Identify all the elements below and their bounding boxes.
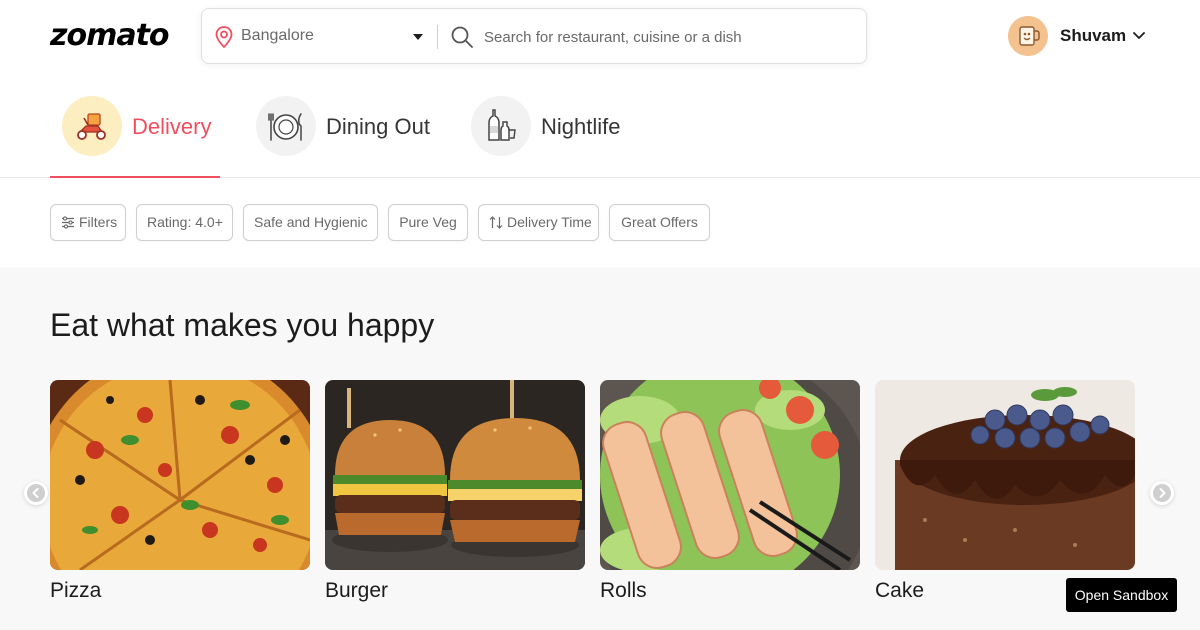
search-divider <box>437 25 438 49</box>
food-collection-section: Eat what makes you happy Pizza Burger Ro… <box>0 267 1200 630</box>
tab-icon-circle <box>256 96 316 156</box>
carousel-next-button[interactable] <box>1150 481 1174 505</box>
avatar-icon <box>1008 16 1048 56</box>
food-image[interactable] <box>600 380 860 570</box>
filter-chip-label: Delivery Time <box>507 214 592 230</box>
food-card-label: Rolls <box>600 579 647 602</box>
carousel-prev-button[interactable] <box>24 481 48 505</box>
filter-delivery-time[interactable]: Delivery Time <box>478 204 599 241</box>
filter-bar: Filters Rating: 4.0+ Safe and Hygienic P… <box>0 178 1200 267</box>
cake-image <box>875 380 1135 570</box>
tab-icon-circle <box>471 96 531 156</box>
user-menu[interactable]: Shuvam <box>1008 16 1158 56</box>
tab-delivery[interactable]: Delivery <box>62 96 222 156</box>
scooter-icon <box>77 113 106 140</box>
tab-nightlife[interactable]: Nightlife <box>471 96 631 156</box>
filter-pure-veg[interactable]: Pure Veg <box>388 204 468 241</box>
food-card-label: Burger <box>325 579 389 602</box>
filter-chip-label: Safe and Hygienic <box>254 214 368 230</box>
bottles-icon <box>488 109 516 141</box>
food-card-cake[interactable]: Cake <box>875 380 1135 603</box>
sliders-icon <box>62 216 74 229</box>
avatar[interactable] <box>1008 16 1048 56</box>
section-title: Eat what makes you happy <box>50 307 435 343</box>
tab-label: Dining Out <box>326 114 430 139</box>
tab-label: Delivery <box>132 114 212 139</box>
food-card-rolls[interactable]: Rolls <box>600 380 860 603</box>
category-tabs: Delivery Dining Out Nightlife <box>0 72 1200 178</box>
food-card-burger[interactable]: Burger <box>325 380 585 603</box>
search-bar: Bangalore <box>201 8 867 64</box>
search-input[interactable] <box>484 23 844 51</box>
search-icon <box>451 26 473 48</box>
filter-great-offers[interactable]: Great Offers <box>609 204 710 241</box>
tab-dining-out[interactable]: Dining Out <box>256 96 436 156</box>
tab-label: Nightlife <box>541 114 621 139</box>
location-pin-icon <box>215 26 233 49</box>
food-image[interactable] <box>50 380 310 570</box>
filter-chip-label: Pure Veg <box>399 214 457 230</box>
filter-chip-label: Great Offers <box>621 214 698 230</box>
filter-chip-label: Filters <box>79 214 118 230</box>
food-image[interactable] <box>325 380 585 570</box>
pizza-image <box>50 380 310 570</box>
tab-icon-circle <box>62 96 122 156</box>
food-card-label: Pizza <box>50 579 102 602</box>
filter-chip-label: Rating: 4.0+ <box>147 214 223 230</box>
chevron-down-icon[interactable] <box>1132 30 1146 42</box>
location-value[interactable]: Bangalore <box>241 27 314 45</box>
food-card-pizza[interactable]: Pizza <box>50 380 310 603</box>
top-header: zomato Bangalore Shuvam <box>0 0 1200 72</box>
burger-image <box>325 380 585 570</box>
chevron-right-icon <box>1153 484 1171 502</box>
chevron-left-icon <box>27 484 45 502</box>
zomato-logo[interactable]: zomato <box>50 18 170 53</box>
food-image[interactable] <box>875 380 1135 570</box>
user-name[interactable]: Shuvam <box>1060 26 1126 46</box>
caret-down-icon[interactable] <box>412 32 424 42</box>
rolls-image <box>600 380 860 570</box>
sort-icon <box>489 215 503 229</box>
filters-button[interactable]: Filters <box>50 204 126 241</box>
plate-icon <box>268 113 302 141</box>
filter-rating[interactable]: Rating: 4.0+ <box>136 204 233 241</box>
filter-safe-hygienic[interactable]: Safe and Hygienic <box>243 204 378 241</box>
open-sandbox-button[interactable]: Open Sandbox <box>1066 578 1177 612</box>
